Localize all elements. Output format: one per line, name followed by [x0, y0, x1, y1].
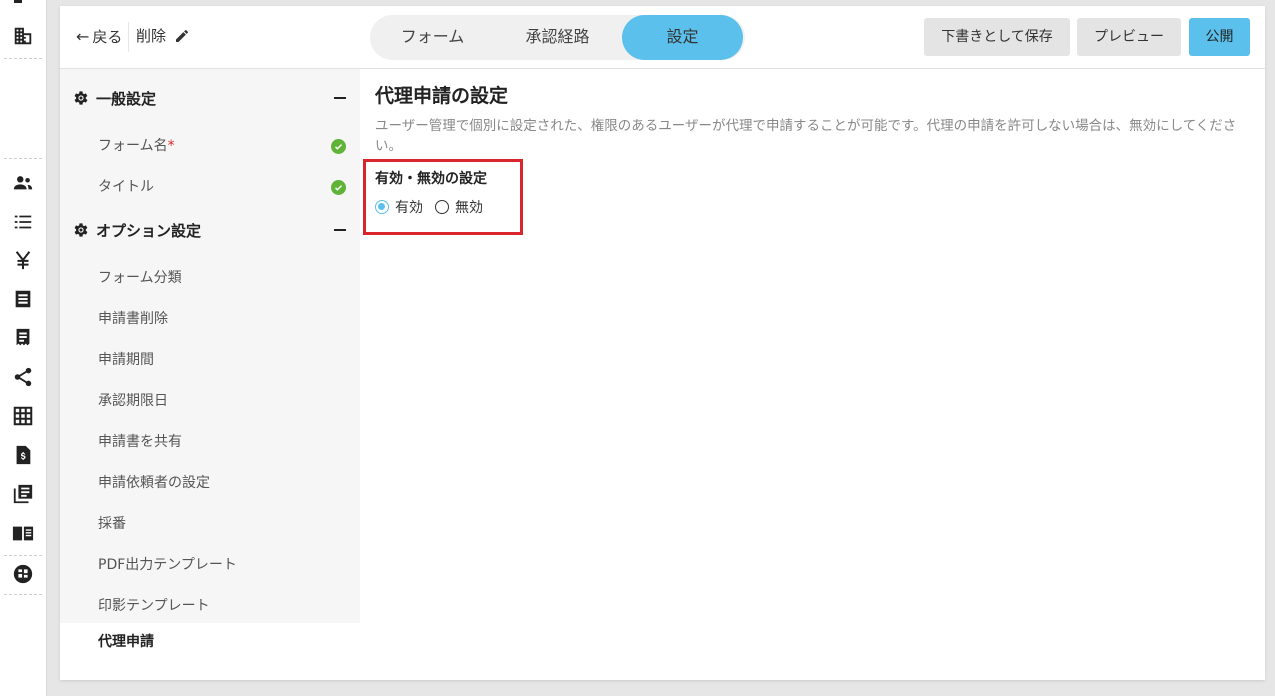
- rail-divider: [4, 158, 42, 159]
- receipt-icon[interactable]: [4, 319, 42, 357]
- sidebar-item-delete-application[interactable]: 申請書削除: [60, 300, 360, 338]
- radio-enabled-label: 有効: [395, 200, 423, 216]
- dashboard-icon[interactable]: [4, 555, 42, 593]
- save-draft-button[interactable]: 下書きとして保存: [924, 18, 1070, 56]
- list-icon[interactable]: [4, 203, 42, 241]
- yen-icon[interactable]: [4, 241, 42, 279]
- gear-icon: [74, 223, 88, 237]
- sidebar-item-title[interactable]: タイトル: [60, 168, 360, 206]
- preview-button[interactable]: プレビュー: [1077, 18, 1181, 56]
- radio-enabled[interactable]: 有効: [375, 197, 423, 217]
- sidebar-item-label: タイトル: [98, 179, 154, 195]
- invoice-icon[interactable]: [4, 436, 42, 474]
- radio-disabled[interactable]: 無効: [435, 197, 483, 217]
- sidebar-item-form-name[interactable]: フォーム名*: [60, 127, 360, 165]
- radio-selected-icon[interactable]: [375, 200, 389, 214]
- page-description: ユーザー管理で個別に設定された、権限のあるユーザーが代理で申請することが可能です…: [375, 118, 1237, 154]
- sidebar-item-application-period[interactable]: 申請期間: [60, 341, 360, 379]
- sidebar-item-approval-deadline[interactable]: 承認期限日: [60, 382, 360, 420]
- section-options-title: オプション設定: [96, 221, 202, 240]
- building-icon[interactable]: [4, 17, 42, 55]
- sidebar-item-label: フォーム名: [98, 138, 168, 154]
- back-label: 戻る: [92, 28, 123, 46]
- form-editor-card: ← 戻る 削除 フォーム 承認経路 設定 下書きとして保存 プレビュー 公開 一…: [60, 6, 1265, 680]
- sidebar-item-proxy-application[interactable]: 代理申請: [60, 623, 360, 661]
- form-name-title[interactable]: 削除: [136, 25, 190, 46]
- tab-approval-route[interactable]: 承認経路: [495, 15, 620, 60]
- settings-sidebar: 一般設定 フォーム名* タイトル オプション設定 フォーム分類 申請書削除 申請…: [60, 69, 360, 661]
- gear-icon: [74, 91, 88, 105]
- enable-radio-group: 有効 無効: [375, 197, 495, 217]
- enable-setting-title: 有効・無効の設定: [375, 171, 487, 187]
- radio-disabled-label: 無効: [455, 200, 483, 216]
- required-mark: *: [167, 138, 175, 154]
- document-icon[interactable]: [4, 280, 42, 318]
- app-rail: [0, 0, 47, 696]
- editor-tabs: フォーム 承認経路 設定: [370, 15, 745, 60]
- sidebar-item-seal-template[interactable]: 印影テンプレート: [60, 587, 360, 625]
- editor-header: ← 戻る 削除 フォーム 承認経路 設定 下書きとして保存 プレビュー 公開: [60, 6, 1265, 69]
- form-name-text: 削除: [136, 27, 167, 45]
- users-icon[interactable]: [4, 164, 42, 202]
- pencil-icon[interactable]: [174, 28, 190, 44]
- sidebar-item-share-application[interactable]: 申請書を共有: [60, 423, 360, 461]
- tab-form[interactable]: フォーム: [370, 15, 495, 60]
- section-general-title: 一般設定: [96, 89, 157, 108]
- collapse-minus-icon[interactable]: [334, 229, 346, 231]
- book-icon[interactable]: [4, 514, 42, 552]
- library-icon[interactable]: [4, 475, 42, 513]
- sidebar-item-form-category[interactable]: フォーム分類: [60, 259, 360, 297]
- check-circle-icon: [331, 139, 346, 154]
- publish-button[interactable]: 公開: [1189, 18, 1250, 56]
- sidebar-item-requester-settings[interactable]: 申請依頼者の設定: [60, 464, 360, 502]
- section-general-header[interactable]: 一般設定: [72, 85, 348, 111]
- sidebar-item-pdf-template[interactable]: PDF出力テンプレート: [60, 546, 360, 584]
- grid-icon[interactable]: [4, 397, 42, 435]
- settings-content: 代理申請の設定 ユーザー管理で個別に設定された、権限のあるユーザーが代理で申請す…: [375, 81, 1255, 156]
- rail-top-mark: [14, 0, 22, 3]
- back-button[interactable]: ← 戻る: [76, 26, 122, 47]
- rail-divider: [4, 594, 42, 595]
- header-divider: [128, 22, 129, 52]
- tab-settings[interactable]: 設定: [622, 15, 743, 60]
- sidebar-item-numbering[interactable]: 採番: [60, 505, 360, 543]
- section-options-header[interactable]: オプション設定: [72, 217, 348, 243]
- check-circle-icon: [331, 180, 346, 195]
- rail-divider: [4, 58, 42, 59]
- radio-unselected-icon[interactable]: [435, 200, 449, 214]
- page-title: 代理申請の設定: [375, 85, 509, 107]
- collapse-minus-icon[interactable]: [334, 97, 346, 99]
- back-arrow-icon: ←: [76, 27, 90, 46]
- share-icon[interactable]: [4, 358, 42, 396]
